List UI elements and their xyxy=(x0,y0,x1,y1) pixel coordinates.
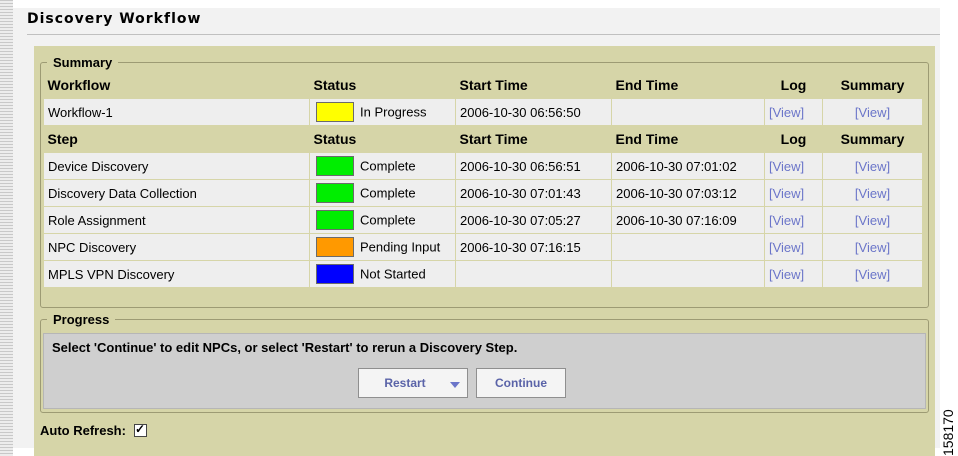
end-time-cell xyxy=(611,233,765,261)
auto-refresh-control: Auto Refresh: ✓ xyxy=(40,422,147,438)
progress-group: Progress Select 'Continue' to edit NPCs,… xyxy=(40,312,929,413)
status-color-swatch xyxy=(316,237,354,257)
start-time-cell: 2006-10-30 07:05:27 xyxy=(455,206,612,234)
end-time-cell: 2006-10-30 07:03:12 xyxy=(611,179,765,207)
title-divider xyxy=(27,34,940,35)
auto-refresh-label: Auto Refresh: xyxy=(40,423,126,438)
name-cell: MPLS VPN Discovery xyxy=(43,260,310,288)
end-time-cell xyxy=(611,260,765,288)
column-header: Start Time xyxy=(459,77,528,93)
log-view-link[interactable]: [View] xyxy=(764,206,823,234)
status-color-swatch xyxy=(316,102,354,122)
status-cell: Not Started xyxy=(309,260,456,288)
start-time-cell xyxy=(455,260,612,288)
summary-view-link[interactable]: [View] xyxy=(822,152,923,180)
column-header: Status xyxy=(313,131,357,147)
progress-message: Select 'Continue' to edit NPCs, or selec… xyxy=(52,340,518,355)
summary-view-link[interactable]: [View] xyxy=(822,260,923,288)
column-header: Summary xyxy=(840,77,905,93)
status-color-swatch xyxy=(316,210,354,230)
dropdown-arrow-icon[interactable] xyxy=(450,382,460,388)
status-text: In Progress xyxy=(360,104,427,120)
name-cell: Discovery Data Collection xyxy=(43,179,310,207)
column-header: Log xyxy=(780,77,807,93)
column-header: Log xyxy=(780,131,807,147)
workflow-panel: Summary Workflow Status Start Time End Time… xyxy=(34,46,935,456)
name-cell: Device Discovery xyxy=(43,152,310,180)
status-text: Not Started xyxy=(360,266,426,282)
start-time-cell: 2006-10-30 06:56:50 xyxy=(455,98,612,126)
start-time-cell: 2006-10-30 06:56:51 xyxy=(455,152,612,180)
name-cell: Workflow-1 xyxy=(43,98,310,126)
restart-button[interactable]: Restart xyxy=(358,368,468,398)
column-header: Status xyxy=(313,77,357,93)
discovery-workflow-window: Discovery Workflow Summary Workflow Statu… xyxy=(13,8,940,456)
step-row: Discovery Data Collection Complete 2006-10… xyxy=(43,179,923,207)
log-view-link[interactable]: [View] xyxy=(764,98,823,126)
log-view-link[interactable]: [View] xyxy=(764,233,823,261)
log-view-link[interactable]: [View] xyxy=(764,260,823,288)
log-view-link[interactable]: [View] xyxy=(764,152,823,180)
status-text: Pending Input xyxy=(360,239,441,255)
status-text: Complete xyxy=(360,212,416,228)
step-row: Device Discovery Complete 2006-10-30 06:56… xyxy=(43,152,923,180)
end-time-cell: 2006-10-30 07:01:02 xyxy=(611,152,765,180)
column-header: End Time xyxy=(615,131,679,147)
summary-table: Workflow Status Start Time End Time Log Summa… xyxy=(43,72,923,288)
restart-button-label: Restart xyxy=(384,376,426,390)
workflow-row: Workflow-1 In Progress 2006-10-30 06:56:50… xyxy=(43,98,923,126)
left-edge-stripe xyxy=(0,0,13,456)
status-color-swatch xyxy=(316,156,354,176)
summary-view-link[interactable]: [View] xyxy=(822,98,923,126)
progress-box: Select 'Continue' to edit NPCs, or selec… xyxy=(43,333,926,409)
status-cell: Complete xyxy=(309,152,456,180)
figure-id: 158170 xyxy=(940,409,956,456)
window-title: Discovery Workflow xyxy=(27,11,202,27)
step-row: NPC Discovery Pending Input 2006-10-30 07:… xyxy=(43,233,923,261)
status-text: Complete xyxy=(360,158,416,174)
step-row: Role Assignment Complete 2006-10-30 07:05:… xyxy=(43,206,923,234)
status-cell: In Progress xyxy=(309,98,456,126)
summary-legend: Summary xyxy=(47,55,119,70)
name-cell: Role Assignment xyxy=(43,206,310,234)
status-text: Complete xyxy=(360,185,416,201)
auto-refresh-checkbox[interactable]: ✓ xyxy=(133,422,147,437)
step-header-row: Step Status Start Time End Time Log Summary xyxy=(44,126,923,153)
end-time-cell: 2006-10-30 07:16:09 xyxy=(611,206,765,234)
name-cell: NPC Discovery xyxy=(43,233,310,261)
progress-legend: Progress xyxy=(47,312,116,327)
continue-button[interactable]: Continue xyxy=(476,368,566,398)
summary-view-link[interactable]: [View] xyxy=(822,233,923,261)
workflow-header-row: Workflow Status Start Time End Time Log Summa… xyxy=(44,72,923,99)
status-cell: Complete xyxy=(309,179,456,207)
column-header: End Time xyxy=(615,77,679,93)
status-color-swatch xyxy=(316,183,354,203)
column-header: Workflow xyxy=(47,77,111,93)
end-time-cell xyxy=(611,98,765,126)
summary-group: Summary Workflow Status Start Time End Time… xyxy=(40,55,929,308)
column-header: Step xyxy=(47,131,78,147)
summary-view-link[interactable]: [View] xyxy=(822,179,923,207)
start-time-cell: 2006-10-30 07:16:15 xyxy=(455,233,612,261)
start-time-cell: 2006-10-30 07:01:43 xyxy=(455,179,612,207)
status-cell: Complete xyxy=(309,206,456,234)
checkmark-icon: ✓ xyxy=(134,422,146,436)
summary-view-link[interactable]: [View] xyxy=(822,206,923,234)
column-header: Summary xyxy=(840,131,905,147)
status-cell: Pending Input xyxy=(309,233,456,261)
log-view-link[interactable]: [View] xyxy=(764,179,823,207)
column-header: Start Time xyxy=(459,131,528,147)
status-color-swatch xyxy=(316,264,354,284)
step-row: MPLS VPN Discovery Not Started [View] [View… xyxy=(43,260,923,288)
